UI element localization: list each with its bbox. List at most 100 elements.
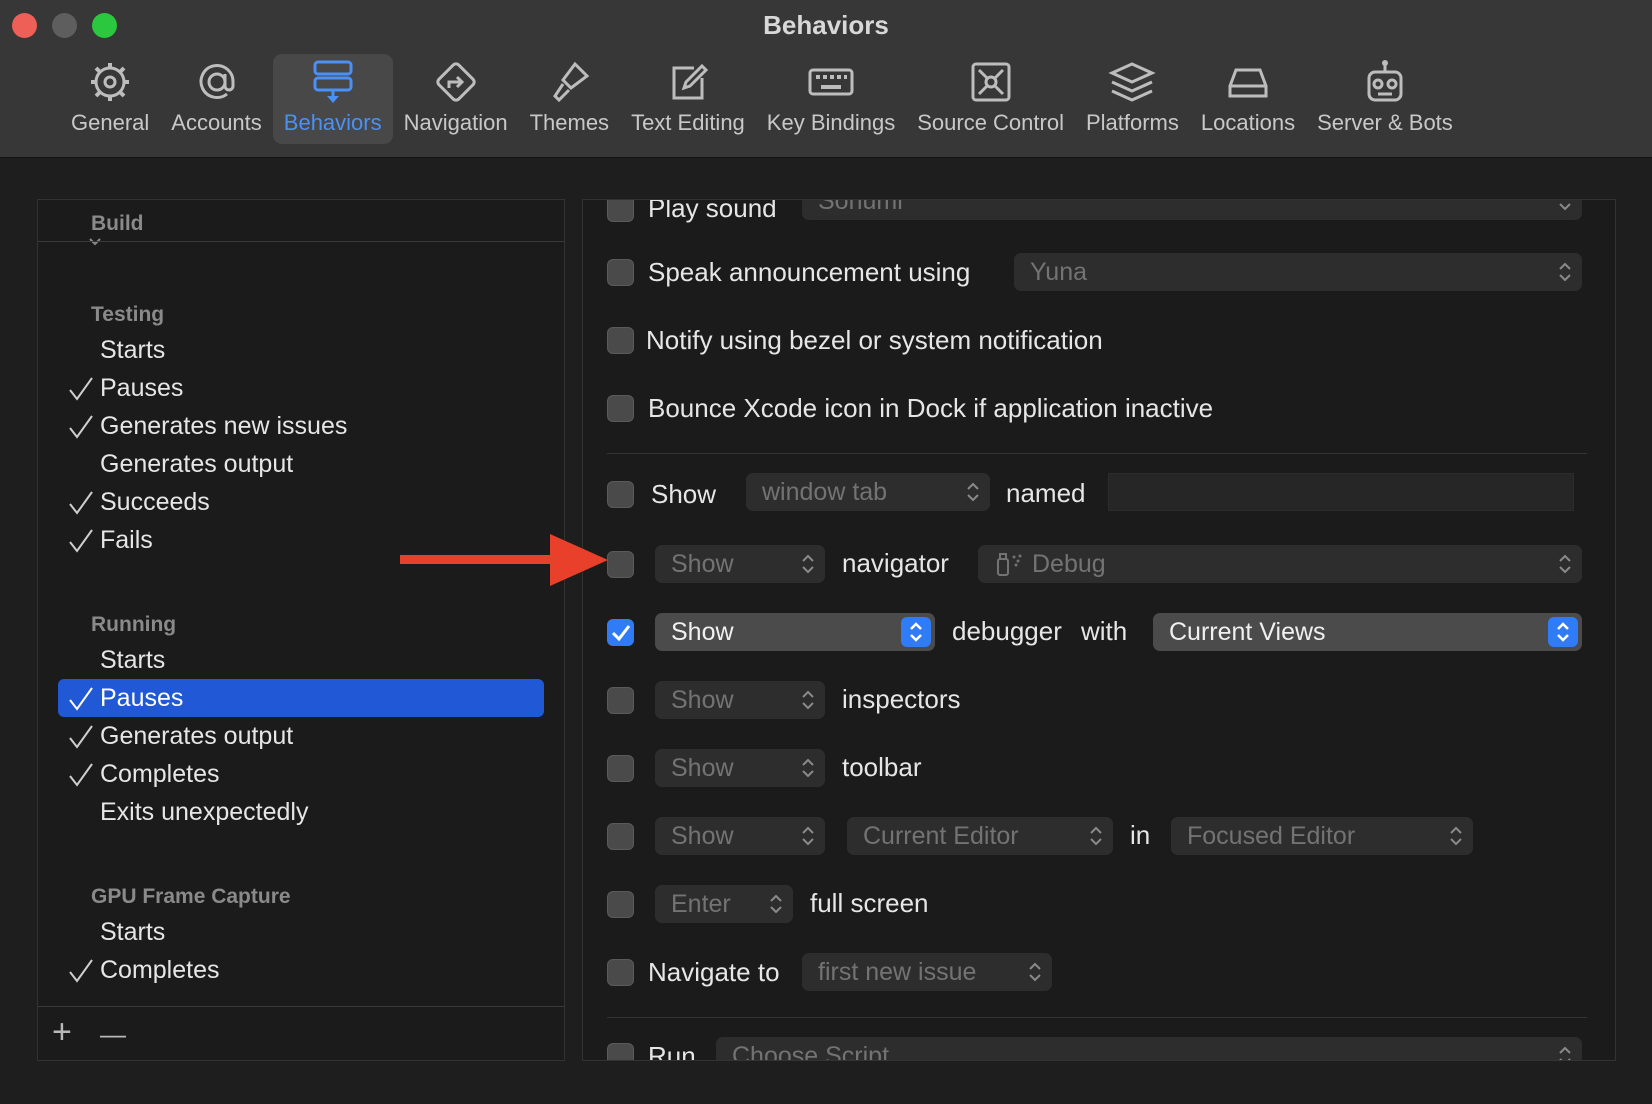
voice-popup-value: Yuna <box>1030 257 1088 286</box>
bounce-checkbox[interactable] <box>607 394 634 422</box>
add-behavior-button[interactable]: + <box>52 1013 72 1052</box>
checkmark-icon <box>58 717 100 755</box>
tab-platforms[interactable]: Platforms <box>1075 54 1190 144</box>
chevron-updown-icon <box>1029 962 1041 982</box>
tab-general-label: General <box>71 110 150 135</box>
navigator-checkbox[interactable] <box>607 550 634 578</box>
stack-icon <box>1108 62 1157 102</box>
navigator-type-value: Debug <box>1032 549 1106 578</box>
play-sound-checkbox[interactable] <box>607 200 634 222</box>
tab-locations[interactable]: Locations <box>1190 54 1306 144</box>
tab-platforms-label: Platforms <box>1085 110 1179 135</box>
group-header-build[interactable]: Build <box>91 212 144 236</box>
list-item-selected[interactable]: Pauses <box>58 679 544 717</box>
fullscreen-checkbox[interactable] <box>607 890 634 918</box>
tab-key-bindings[interactable]: Key Bindings <box>756 54 906 144</box>
navigate-target-value: first new issue <box>818 957 977 986</box>
debugger-action-popup[interactable]: Show <box>655 613 935 651</box>
list-item-label: Generates new issues <box>100 411 348 440</box>
toolbar-checkbox[interactable] <box>607 754 634 782</box>
navigator-action-popup[interactable]: Show <box>655 545 825 583</box>
toolbar-action-value: Show <box>671 753 734 782</box>
chevron-updown-icon <box>1548 617 1578 647</box>
toolbar-action-popup[interactable]: Show <box>655 749 825 787</box>
list-item[interactable]: Exits unexpectedly <box>58 793 544 831</box>
list-item-label: Completes <box>100 955 220 984</box>
notify-label: Notify using bezel or system notificatio… <box>646 324 1103 355</box>
editor-target-popup[interactable]: Focused Editor <box>1171 817 1473 855</box>
list-item[interactable]: Succeeds <box>58 483 544 521</box>
editor-checkbox[interactable] <box>607 822 634 850</box>
tab-general[interactable]: General <box>60 54 160 144</box>
remove-behavior-button[interactable]: — <box>100 1019 126 1050</box>
tab-type-popup[interactable]: window tab <box>746 473 990 511</box>
inspectors-action-popup[interactable]: Show <box>655 681 825 719</box>
list-item[interactable]: Completes <box>58 951 544 989</box>
editor-type-value: Current Editor <box>863 821 1019 850</box>
list-item[interactable]: Generates new issues <box>58 407 544 445</box>
behavior-settings-panel: Play sound Sonumi Speak announcement usi… <box>582 199 1616 1061</box>
debugger-views-popup[interactable]: Current Views <box>1153 613 1582 651</box>
debugger-checkbox[interactable] <box>607 618 634 646</box>
tab-source-control[interactable]: Source Control <box>906 54 1075 144</box>
editor-type-popup[interactable]: Current Editor <box>847 817 1113 855</box>
list-item[interactable]: Starts <box>58 331 544 369</box>
list-item[interactable]: Generates output <box>58 717 544 755</box>
tab-name-field[interactable] <box>1108 473 1574 511</box>
inspectors-checkbox[interactable] <box>607 686 634 714</box>
debug-spray-icon <box>997 553 1022 576</box>
fullscreen-label: full screen <box>810 888 929 918</box>
fullscreen-action-popup[interactable]: Enter <box>655 885 793 923</box>
group-header-testing: Testing <box>91 303 165 326</box>
tab-navigation[interactable]: Navigation <box>393 54 519 144</box>
navigator-type-popup[interactable]: Debug <box>978 545 1582 583</box>
navigate-target-popup[interactable]: first new issue <box>802 953 1052 991</box>
tab-themes[interactable]: Themes <box>519 54 620 144</box>
sound-popup[interactable]: Sonumi <box>802 200 1582 220</box>
tab-behaviors[interactable]: Behaviors <box>272 54 393 144</box>
chevron-updown-icon <box>1559 554 1571 574</box>
voice-popup[interactable]: Yuna <box>1014 253 1582 291</box>
chevron-down-icon[interactable] <box>89 238 101 246</box>
chevron-updown-icon <box>802 758 814 778</box>
behaviors-icon <box>313 60 353 103</box>
run-label: Run <box>648 1040 696 1061</box>
group-header-gpu-frame-capture: GPU Frame Capture <box>91 885 291 908</box>
speak-row: Speak announcement using <box>607 250 970 294</box>
bounce-row: Bounce Xcode icon in Dock if application… <box>607 386 1213 430</box>
notify-checkbox[interactable] <box>607 326 634 354</box>
navigation-icon <box>435 62 476 102</box>
checkmark-icon <box>58 483 100 521</box>
tab-text-editing-label: Text Editing <box>631 110 745 135</box>
chevron-updown-icon <box>1090 826 1102 846</box>
group-header-running: Running <box>91 613 177 636</box>
annotation-arrow-icon <box>400 534 608 586</box>
editor-action-popup[interactable]: Show <box>655 817 825 855</box>
list-item-label: Pauses <box>100 683 184 712</box>
named-label: named <box>1006 478 1086 508</box>
tab-text-editing[interactable]: Text Editing <box>620 54 756 144</box>
list-item[interactable]: Starts <box>58 641 544 679</box>
navigate-row: Navigate to <box>607 950 780 994</box>
script-popup[interactable]: Choose Script <box>716 1037 1582 1060</box>
tab-accounts[interactable]: Accounts <box>160 54 273 144</box>
pencil-square-icon <box>672 63 709 100</box>
chevron-updown-icon <box>1559 262 1571 282</box>
section-divider <box>607 1017 1587 1018</box>
list-item[interactable]: Generates output <box>58 445 544 483</box>
list-item[interactable]: Pauses <box>58 369 544 407</box>
speak-checkbox[interactable] <box>607 258 634 286</box>
tab-server-bots[interactable]: Server & Bots <box>1306 54 1464 144</box>
preferences-toolbar: General Accounts Behaviors Navigation Th… <box>60 54 1464 144</box>
list-item-label: Completes <box>100 759 220 788</box>
keyboard-icon <box>808 68 854 96</box>
tab-locations-label: Locations <box>1200 110 1296 135</box>
run-checkbox[interactable] <box>607 1042 634 1060</box>
list-item[interactable]: Starts <box>58 913 544 951</box>
editor-row <box>607 814 634 858</box>
show-tab-checkbox[interactable] <box>607 480 634 508</box>
chevron-updown-icon <box>802 554 814 574</box>
checkmark-icon <box>58 407 100 445</box>
navigate-checkbox[interactable] <box>607 958 634 986</box>
list-item[interactable]: Completes <box>58 755 544 793</box>
